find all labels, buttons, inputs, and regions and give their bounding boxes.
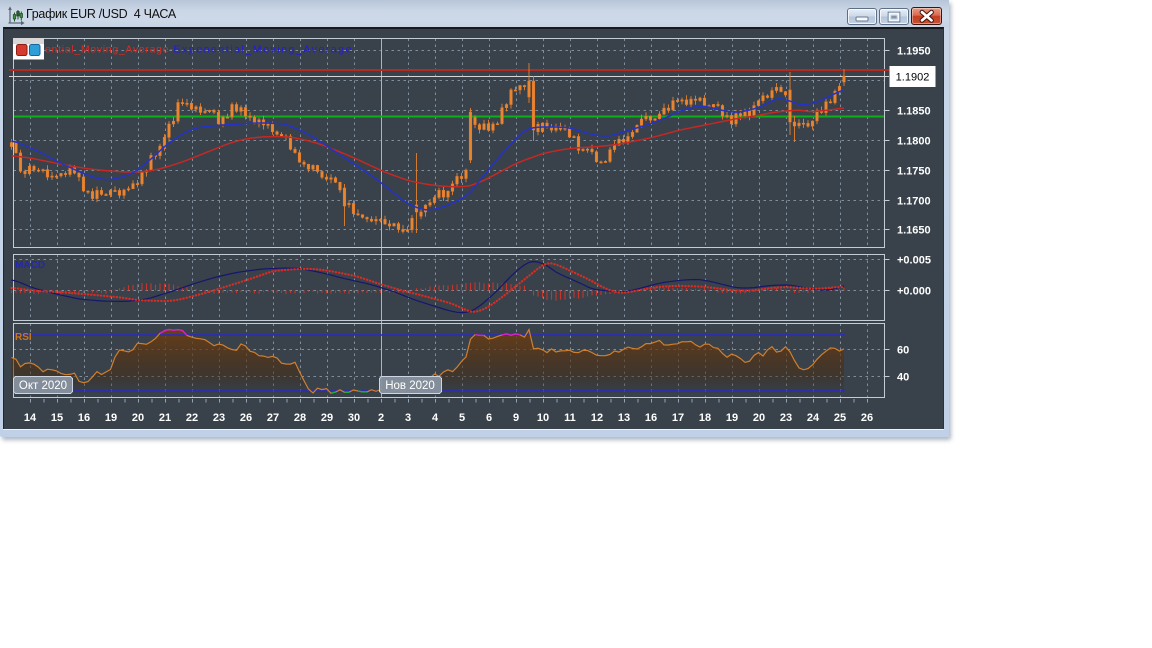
svg-text:+0.000: +0.000 — [897, 286, 931, 298]
svg-text:14: 14 — [24, 412, 37, 424]
svg-text:23: 23 — [780, 412, 792, 424]
svg-text:2: 2 — [378, 412, 384, 424]
svg-text:1.1902: 1.1902 — [896, 72, 930, 84]
svg-text:20: 20 — [753, 412, 765, 424]
svg-text:Нов 2020: Нов 2020 — [385, 380, 435, 392]
svg-text:16: 16 — [78, 412, 90, 424]
svg-text:ential_Moving_Average-Exponent: ential_Moving_Average-Exponential_Moving… — [45, 44, 353, 56]
svg-text:30: 30 — [348, 412, 360, 424]
svg-text:19: 19 — [726, 412, 738, 424]
svg-text:4: 4 — [432, 412, 439, 424]
svg-text:15: 15 — [51, 412, 63, 424]
svg-text:1.1850: 1.1850 — [897, 106, 931, 118]
svg-text:10: 10 — [537, 412, 549, 424]
svg-text:6: 6 — [486, 412, 492, 424]
svg-text:17: 17 — [672, 412, 684, 424]
svg-text:16: 16 — [645, 412, 657, 424]
svg-text:5: 5 — [459, 412, 465, 424]
svg-text:20: 20 — [132, 412, 144, 424]
svg-text:29: 29 — [321, 412, 333, 424]
svg-text:23: 23 — [213, 412, 225, 424]
svg-text:18: 18 — [699, 412, 711, 424]
svg-text:1.1750: 1.1750 — [897, 166, 931, 178]
svg-text:+0.005: +0.005 — [897, 255, 931, 267]
svg-text:12: 12 — [591, 412, 603, 424]
svg-text:13: 13 — [618, 412, 630, 424]
svg-text:3: 3 — [405, 412, 411, 424]
svg-text:Окт 2020: Окт 2020 — [19, 380, 67, 392]
svg-text:MACD: MACD — [15, 260, 45, 271]
svg-text:24: 24 — [807, 412, 820, 424]
svg-text:1.1700: 1.1700 — [897, 196, 931, 208]
svg-text:60: 60 — [897, 345, 909, 357]
svg-text:9: 9 — [513, 412, 519, 424]
svg-text:22: 22 — [186, 412, 198, 424]
svg-text:RSI: RSI — [15, 332, 32, 343]
svg-text:28: 28 — [294, 412, 306, 424]
svg-text:11: 11 — [564, 412, 576, 424]
svg-text:25: 25 — [834, 412, 846, 424]
svg-text:1.1800: 1.1800 — [897, 136, 931, 148]
svg-text:26: 26 — [240, 412, 252, 424]
svg-text:19: 19 — [105, 412, 117, 424]
svg-text:26: 26 — [861, 412, 873, 424]
svg-text:27: 27 — [267, 412, 279, 424]
svg-text:1.1650: 1.1650 — [897, 225, 931, 237]
svg-text:21: 21 — [159, 412, 171, 424]
svg-text:1.1950: 1.1950 — [897, 46, 931, 58]
svg-text:40: 40 — [897, 372, 909, 384]
